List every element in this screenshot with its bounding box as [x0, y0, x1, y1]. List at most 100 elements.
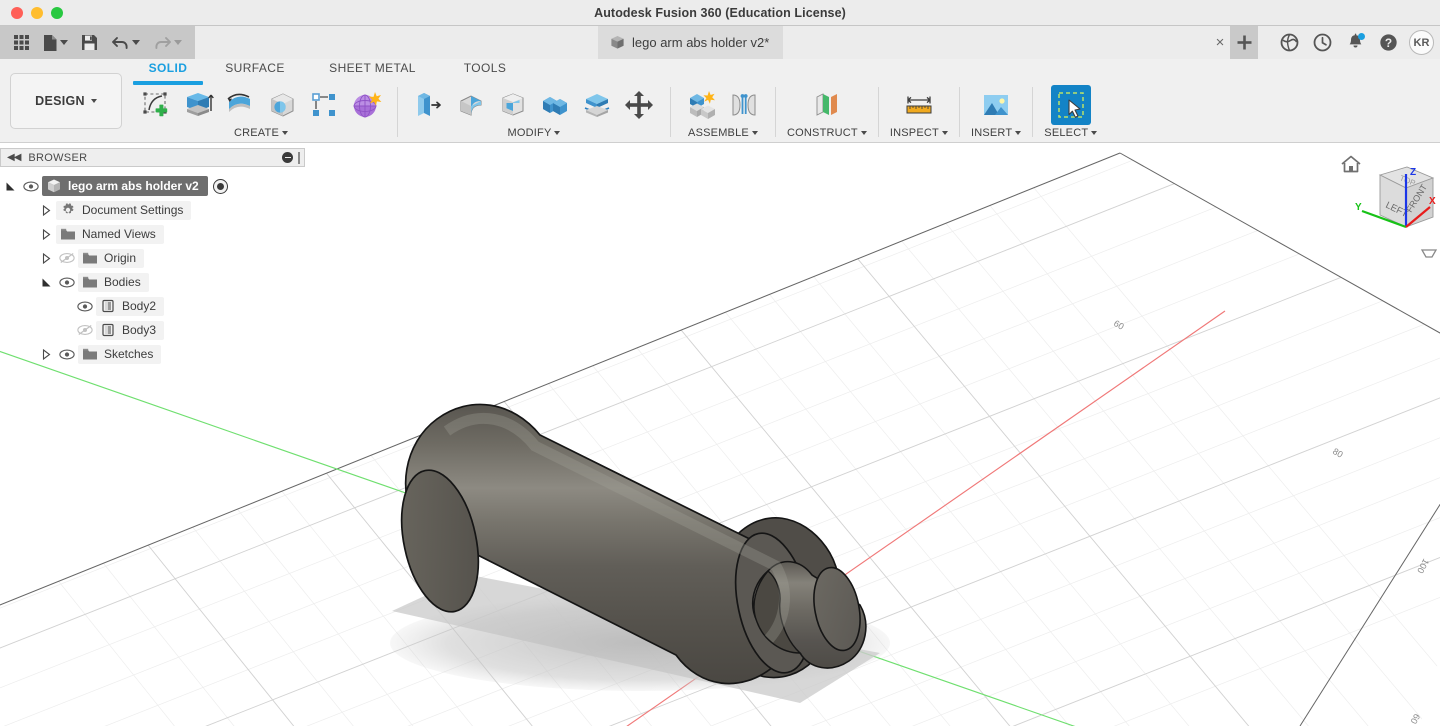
tree-node-origin[interactable]: Origin — [0, 246, 305, 270]
browser-minimize-icon[interactable] — [282, 152, 293, 163]
visibility-toggle-hidden-icon[interactable] — [56, 252, 78, 264]
show-data-panel-button[interactable] — [8, 30, 35, 56]
close-window-button[interactable] — [11, 7, 23, 19]
tree-node-document-settings[interactable]: Document Settings — [0, 198, 305, 222]
tab-tools[interactable]: TOOLS — [438, 61, 532, 83]
document-tab[interactable]: lego arm abs holder v2* — [598, 26, 784, 59]
select-cursor-icon — [1058, 92, 1084, 118]
expander-collapsed-icon[interactable] — [36, 228, 56, 240]
visibility-toggle-hidden-icon[interactable] — [74, 324, 96, 336]
panel-inspect-label[interactable]: INSPECT — [890, 125, 948, 141]
fillet-tool[interactable] — [451, 85, 491, 125]
maximize-window-button[interactable] — [51, 7, 63, 19]
new-component-tool[interactable] — [682, 85, 722, 125]
tree-item-chip[interactable]: Body3 — [96, 320, 165, 340]
select-tool[interactable] — [1050, 85, 1091, 125]
view-cube[interactable]: LEFT FRONT TOP Z Y X — [1325, 147, 1440, 257]
press-pull-tool[interactable] — [409, 85, 449, 125]
ribbon-panels: CREATE MODIFY ASSEMBLE CONSTRUCT INSPECT… — [130, 85, 1103, 141]
split-face-tool[interactable] — [577, 85, 617, 125]
tree-item-label: Origin — [104, 251, 137, 265]
visibility-toggle-icon[interactable] — [56, 276, 78, 288]
tree-node-root[interactable]: lego arm abs holder v2 — [0, 174, 305, 198]
tree-node-sketches[interactable]: Sketches — [0, 342, 305, 366]
combine-tool[interactable] — [535, 85, 575, 125]
grid-icon — [14, 35, 29, 50]
visibility-toggle-icon[interactable] — [56, 348, 78, 360]
browser-panel: ◀◀ BROWSER lego arm abs holder v2 Docume… — [0, 148, 305, 366]
extrude-tool[interactable] — [178, 85, 218, 125]
move-copy-tool[interactable] — [619, 85, 659, 125]
panel-insert-label[interactable]: INSERT — [971, 125, 1022, 141]
pattern-tool[interactable] — [304, 85, 344, 125]
new-tab-button[interactable] — [1230, 26, 1258, 59]
tab-surface[interactable]: SURFACE — [203, 61, 307, 83]
panel-insert: INSERT — [965, 85, 1027, 141]
tree-item-chip[interactable]: Bodies — [78, 272, 149, 292]
folder-icon — [81, 274, 98, 291]
workspace-switcher-label: DESIGN — [35, 94, 85, 108]
tree-node-bodies[interactable]: Bodies — [0, 270, 305, 294]
measure-tool[interactable] — [899, 85, 939, 125]
tree-node-named-views[interactable]: Named Views — [0, 222, 305, 246]
panel-create-label[interactable]: CREATE — [234, 125, 288, 141]
panel-modify-label[interactable]: MODIFY — [508, 125, 561, 141]
collapse-browser-icon[interactable]: ◀◀ — [7, 152, 21, 163]
grid-label: 60 — [1112, 318, 1126, 332]
notifications-icon[interactable] — [1343, 31, 1367, 55]
insert-image-tool[interactable] — [976, 85, 1016, 125]
undo-button[interactable] — [106, 30, 145, 56]
construct-plane-tool[interactable] — [807, 85, 847, 125]
ruler-icon — [906, 96, 932, 114]
joint-tool[interactable] — [724, 85, 764, 125]
panel-modify: MODIFY — [403, 85, 665, 141]
panel-construct-label[interactable]: CONSTRUCT — [787, 125, 867, 141]
save-button[interactable] — [76, 30, 103, 56]
tree-root-chip[interactable]: lego arm abs holder v2 — [42, 176, 208, 196]
browser-title: BROWSER — [28, 151, 88, 164]
quick-access-tools — [0, 26, 195, 59]
sweep-tool[interactable] — [262, 85, 302, 125]
file-menu-button[interactable] — [38, 30, 73, 56]
tree-item-chip[interactable]: Sketches — [78, 344, 162, 364]
browser-resize-handle[interactable] — [298, 151, 300, 164]
panel-divider — [775, 87, 776, 137]
activate-component-radio[interactable] — [212, 178, 228, 194]
tree-item-chip[interactable]: Body2 — [96, 296, 165, 316]
expander-expanded-icon[interactable] — [0, 181, 20, 192]
tree-node-body2[interactable]: Body2 — [0, 294, 305, 318]
expander-expanded-icon[interactable] — [36, 277, 56, 288]
tab-sheet-metal[interactable]: SHEET METAL — [307, 61, 438, 83]
expander-collapsed-icon[interactable] — [36, 348, 56, 360]
axis-y-label: Y — [1355, 202, 1362, 213]
tree-node-body3[interactable]: Body3 — [0, 318, 305, 342]
tree-item-chip[interactable]: Origin — [78, 248, 145, 268]
minimize-window-button[interactable] — [31, 7, 43, 19]
tree-item-chip[interactable]: Named Views — [56, 224, 164, 244]
expander-collapsed-icon[interactable] — [36, 252, 56, 264]
panel-assemble-label[interactable]: ASSEMBLE — [688, 125, 758, 141]
redo-button[interactable] — [148, 30, 187, 56]
create-form-tool[interactable] — [346, 85, 386, 125]
chevron-down-icon — [941, 131, 948, 135]
job-status-icon[interactable] — [1277, 31, 1301, 55]
visibility-toggle-icon[interactable] — [74, 300, 96, 312]
save-icon — [82, 35, 97, 50]
panel-divider — [1032, 87, 1034, 137]
expander-collapsed-icon[interactable] — [36, 204, 56, 216]
chevron-down-icon — [132, 40, 140, 45]
tree-item-chip[interactable]: Document Settings — [56, 200, 192, 220]
shell-tool[interactable] — [493, 85, 533, 125]
tab-solid[interactable]: SOLID — [133, 61, 203, 85]
home-icon[interactable] — [1341, 155, 1361, 173]
panel-create: CREATE — [130, 85, 392, 141]
panel-inspect-tools — [899, 85, 939, 125]
help-icon[interactable]: ? — [1376, 31, 1400, 55]
create-sketch-tool[interactable] — [136, 85, 176, 125]
recent-activity-icon[interactable] — [1310, 31, 1334, 55]
revolve-tool[interactable] — [220, 85, 260, 125]
visibility-toggle-icon[interactable] — [20, 180, 42, 192]
panel-select-label[interactable]: SELECT — [1044, 125, 1098, 141]
workspace-switcher-button[interactable]: DESIGN — [10, 73, 122, 129]
user-avatar[interactable]: KR — [1409, 30, 1434, 55]
